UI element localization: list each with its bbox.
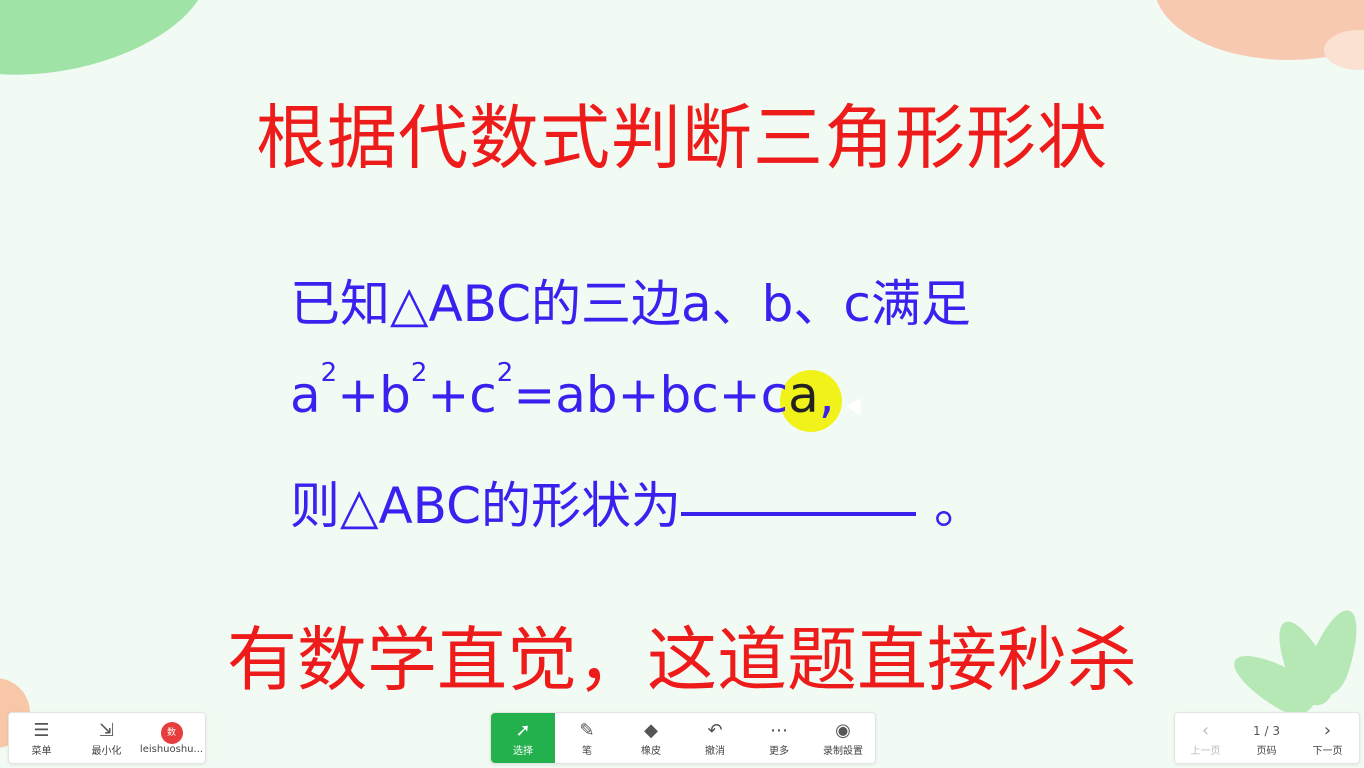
account-label: leishuoshu... [139,743,204,755]
menu-button[interactable]: ☰ 菜单 [9,713,74,763]
pointer-highlight: a [780,366,842,432]
undo-button[interactable]: ↶ 撤消 [683,713,747,763]
record-label: 录制設置 [823,745,863,757]
period: 。 [934,477,984,535]
account-logo: 数 [160,721,183,744]
pen-label: 笔 [582,745,592,757]
undo-icon: ↶ [707,719,723,741]
minimize-label: 最小化 [91,745,122,757]
exponent: 2 [496,358,514,388]
plus-sign: + [427,366,470,424]
prev-page-button[interactable]: ‹ 上一页 [1175,713,1236,763]
select-label: 选择 [513,745,533,757]
pen-icon: ✎ [579,719,595,741]
slide-title: 根据代数式判断三角形形状 [256,97,1108,179]
record-icon: ◉ [835,719,851,741]
prev-page-label: 上一页 [1190,745,1221,757]
problem-line-3: 则△ABC的形状为 。 [290,466,984,538]
page-indicator[interactable]: 1 / 3 页码 [1236,713,1297,763]
account-button[interactable]: 数 leishuoshu... [139,713,204,763]
term-a: a [290,366,321,424]
page-label: 页码 [1256,745,1277,757]
cursor-icon: ➚ [515,719,531,741]
more-label: 更多 [769,745,789,757]
toolbar-pager: ‹ 上一页 1 / 3 页码 › 下一页 [1174,712,1360,764]
minimize-icon: ⇲ [98,719,115,741]
chevron-left-icon: ‹ [1201,719,1210,741]
select-tool-button[interactable]: ➚ 选择 [491,713,555,763]
more-icon: ⋯ [770,719,788,741]
problem-line-2: a2+b2+c2=ab+bc+ca, [290,358,842,432]
eraser-tool-button[interactable]: ◆ 橡皮 [619,713,683,763]
exponent: 2 [320,358,338,388]
rhs-expression: ab+bc+c [555,366,789,424]
pen-tool-button[interactable]: ✎ 笔 [555,713,619,763]
eraser-label: 橡皮 [641,745,661,757]
undo-label: 撤消 [705,745,725,757]
plus-sign: + [337,366,380,424]
page-number: 1 / 3 [1253,723,1280,738]
menu-icon: ☰ [33,719,50,741]
mouse-cursor-icon [846,398,868,420]
next-page-label: 下一页 [1312,745,1343,757]
answer-blank [681,466,916,516]
slide-subtitle: 有数学直觉，这道题直接秒杀 [227,619,1137,701]
eraser-icon: ◆ [644,719,658,741]
equals-sign: = [513,366,556,424]
chevron-right-icon: › [1323,719,1332,741]
problem-line-1: 已知△ABC的三边a、b、c满足 [290,275,971,333]
toolbar-tools: ➚ 选择 ✎ 笔 ◆ 橡皮 ↶ 撤消 ⋯ 更多 ◉ 录制設置 [490,712,876,764]
next-page-button[interactable]: › 下一页 [1297,713,1358,763]
more-button[interactable]: ⋯ 更多 [747,713,811,763]
comma: , [818,366,835,424]
term-c: c [469,366,497,424]
minimize-button[interactable]: ⇲ 最小化 [74,713,139,763]
question-text: 则△ABC的形状为 [290,477,681,535]
menu-label: 菜单 [31,745,52,757]
term-b: b [379,366,411,424]
exponent: 2 [410,358,428,388]
highlighted-term: a [788,366,819,424]
toolbar-left: ☰ 菜单 ⇲ 最小化 数 leishuoshu... [8,712,206,764]
record-settings-button[interactable]: ◉ 录制設置 [811,713,875,763]
